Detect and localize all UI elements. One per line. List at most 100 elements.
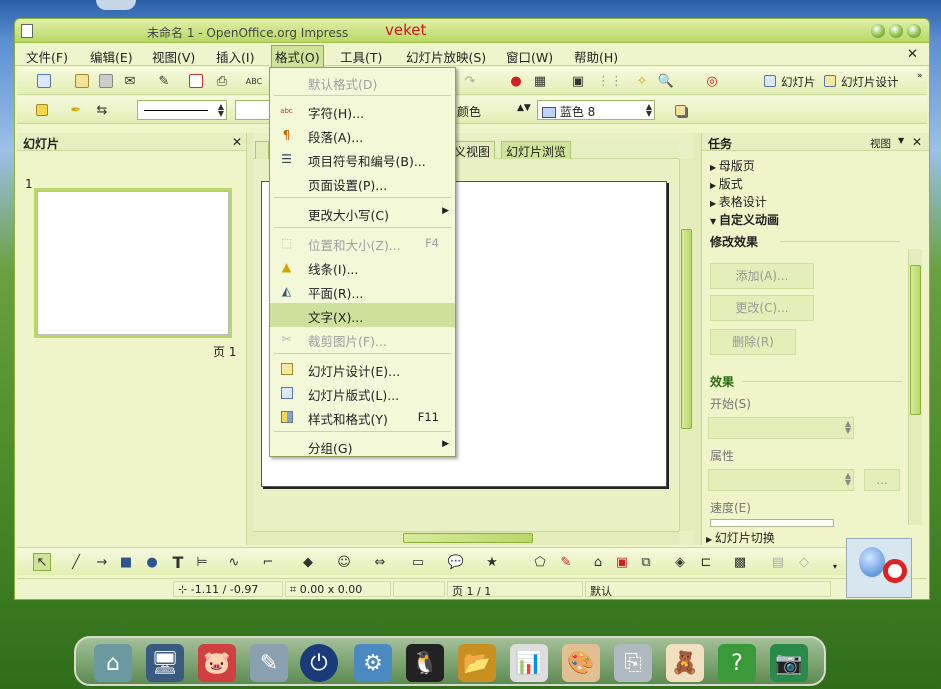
line-style-icon[interactable]: ✒	[67, 101, 85, 119]
menu-item-line[interactable]: ▲ 线条(I)...	[270, 255, 455, 279]
menu-item-character[interactable]: abc 字符(H)...	[270, 99, 455, 123]
menu-tools[interactable]: 工具(T)	[337, 47, 385, 66]
zoom-cell[interactable]	[393, 581, 445, 597]
desktop-icon[interactable]	[96, 0, 136, 10]
editor-hscroll-thumb[interactable]	[403, 533, 533, 543]
section-master-pages[interactable]: ▶ 母版页	[710, 157, 755, 174]
symbol-shapes-icon[interactable]: ☺	[335, 553, 353, 571]
menu-edit[interactable]: 编辑(E)	[87, 47, 136, 66]
dock-network-icon[interactable]: ⚙	[354, 644, 392, 682]
grid-icon[interactable]: ⋮⋮	[597, 72, 623, 90]
dock-media-icon[interactable]: ⏻	[300, 644, 338, 682]
dock-help-icon[interactable]: ?	[718, 644, 756, 682]
flowchart-icon[interactable]: ▭	[409, 553, 427, 571]
tab-normal[interactable]	[255, 141, 269, 159]
open-icon[interactable]	[73, 72, 91, 90]
menu-item-text[interactable]: 文字(X)...	[270, 303, 455, 327]
start-select[interactable]: ▲ ▼	[708, 417, 854, 439]
spellcheck-icon[interactable]: ABC	[245, 72, 263, 90]
section-layouts[interactable]: ▶ 版式	[710, 175, 743, 192]
shadow-icon[interactable]	[671, 101, 689, 119]
toolbar-overflow-icon[interactable]: »	[917, 71, 923, 81]
close-window-icon[interactable]	[907, 24, 921, 38]
3d-icon[interactable]: ▤	[769, 553, 787, 571]
menu-item-slide-design[interactable]: 幻灯片设计(E)...	[270, 357, 455, 381]
tasks-vscroll[interactable]	[908, 249, 922, 525]
slide-thumbnail[interactable]	[34, 188, 232, 338]
arrow-style-icon[interactable]: ⇆	[93, 101, 111, 119]
chart-icon[interactable]: ●	[507, 72, 525, 90]
menu-item-slide-layout[interactable]: 幻灯片版式(L)...	[270, 381, 455, 405]
help-assistant[interactable]	[846, 538, 912, 598]
callouts-icon[interactable]: 💬	[447, 553, 465, 571]
speed-select[interactable]	[710, 519, 834, 527]
navigator-icon[interactable]: ✧	[633, 72, 651, 90]
menu-help[interactable]: 帮助(H)	[571, 47, 621, 66]
arrow-line-icon[interactable]: →	[93, 553, 111, 571]
property-options-button[interactable]: ...	[864, 469, 900, 491]
menu-item-paragraph[interactable]: ¶ 段落(A)...	[270, 123, 455, 147]
delete-effect-button[interactable]: 删除(R)	[710, 329, 796, 355]
menu-item-change-case[interactable]: 更改大小写(C) ▶	[270, 201, 455, 225]
edit-file-icon[interactable]: ✎	[155, 72, 173, 90]
curve-icon[interactable]: ∿	[225, 553, 243, 571]
close-doc-icon[interactable]: ✕	[907, 47, 918, 62]
property-select[interactable]: ▲ ▼	[708, 469, 854, 491]
menu-item-position-size[interactable]: ⬚ 位置和大小(Z)... F4	[270, 231, 455, 255]
fontwork-icon[interactable]: ⌂	[589, 553, 607, 571]
rectangle-icon[interactable]: ■	[117, 553, 135, 571]
menu-item-bullets[interactable]: ☰ 项目符号和编号(B)...	[270, 147, 455, 171]
dock-editor-icon[interactable]: ✎	[250, 644, 288, 682]
dock-home-icon[interactable]: ⌂	[94, 644, 132, 682]
redo-icon[interactable]: ↷	[461, 72, 479, 90]
tab-slide-sorter[interactable]: 幻灯片浏览	[501, 141, 572, 159]
save-icon[interactable]	[97, 72, 115, 90]
block-arrows-icon[interactable]: ⇔	[371, 553, 389, 571]
editor-vscroll-thumb[interactable]	[681, 229, 692, 429]
slide-design-button[interactable]: 幻灯片设计	[841, 74, 899, 90]
new-icon[interactable]	[35, 72, 53, 90]
connector-icon[interactable]: ⌐	[259, 553, 277, 571]
from-file-icon[interactable]: ▣	[613, 553, 631, 571]
menu-item-crop-picture[interactable]: ✂ 裁剪图片(F)...	[270, 327, 455, 351]
table-icon[interactable]: ▦	[531, 72, 549, 90]
dock-camera-icon[interactable]: 📷	[770, 644, 808, 682]
menu-slideshow[interactable]: 幻灯片放映(S)	[403, 47, 489, 66]
section-slide-transition[interactable]: ▶ 幻灯片切换	[706, 529, 775, 546]
menu-window[interactable]: 窗口(W)	[503, 47, 556, 66]
slide-icon[interactable]	[761, 72, 779, 90]
line-tool-icon[interactable]: ╱	[67, 553, 85, 571]
dock-usb-icon[interactable]: ⎘	[614, 644, 652, 682]
dock-qq-icon[interactable]: 🐧	[406, 644, 444, 682]
text-tool-icon[interactable]: T	[169, 553, 187, 572]
pdf-icon[interactable]	[187, 72, 205, 90]
close-tasks-panel-icon[interactable]: ✕	[912, 135, 922, 149]
menu-file[interactable]: 文件(F)	[23, 47, 71, 66]
document-icon[interactable]	[21, 24, 33, 38]
menu-view[interactable]: 视图(V)	[149, 47, 198, 66]
dock-files-icon[interactable]: 📂	[458, 644, 496, 682]
zoom-icon[interactable]: 🔍	[657, 72, 675, 90]
maximize-icon[interactable]	[889, 24, 903, 38]
slide-button[interactable]: 幻灯片	[781, 74, 816, 90]
minimize-icon[interactable]	[871, 24, 885, 38]
slide-design-icon[interactable]	[821, 72, 839, 90]
align-icon[interactable]: ⊏	[697, 553, 715, 571]
section-custom-animation[interactable]: ▼ 自定义动画	[710, 211, 779, 228]
ellipse-icon[interactable]: ●	[143, 553, 161, 571]
menu-format[interactable]: 格式(O)	[271, 45, 324, 69]
dock-game-icon[interactable]: 🧸	[666, 644, 704, 682]
gluepoints-icon[interactable]: ✎	[557, 553, 575, 571]
tasks-view-button[interactable]: 视图	[870, 136, 891, 151]
tasks-vscroll-thumb[interactable]	[910, 265, 921, 415]
line-style-select[interactable]: ▲ ▼	[137, 100, 227, 120]
extrusion-icon[interactable]: ◇	[795, 553, 813, 571]
menu-insert[interactable]: 插入(I)	[213, 47, 257, 66]
section-table-design[interactable]: ▶ 表格设计	[710, 193, 767, 210]
menu-item-page-setup[interactable]: 页面设置(P)...	[270, 171, 455, 195]
select-icon[interactable]: ↖	[33, 553, 51, 571]
add-effect-button[interactable]: 添加(A)...	[710, 263, 814, 289]
dock-computer-icon[interactable]: 🖥	[146, 644, 184, 682]
editor-vscroll[interactable]	[679, 159, 693, 531]
email-icon[interactable]: ✉	[121, 72, 139, 90]
